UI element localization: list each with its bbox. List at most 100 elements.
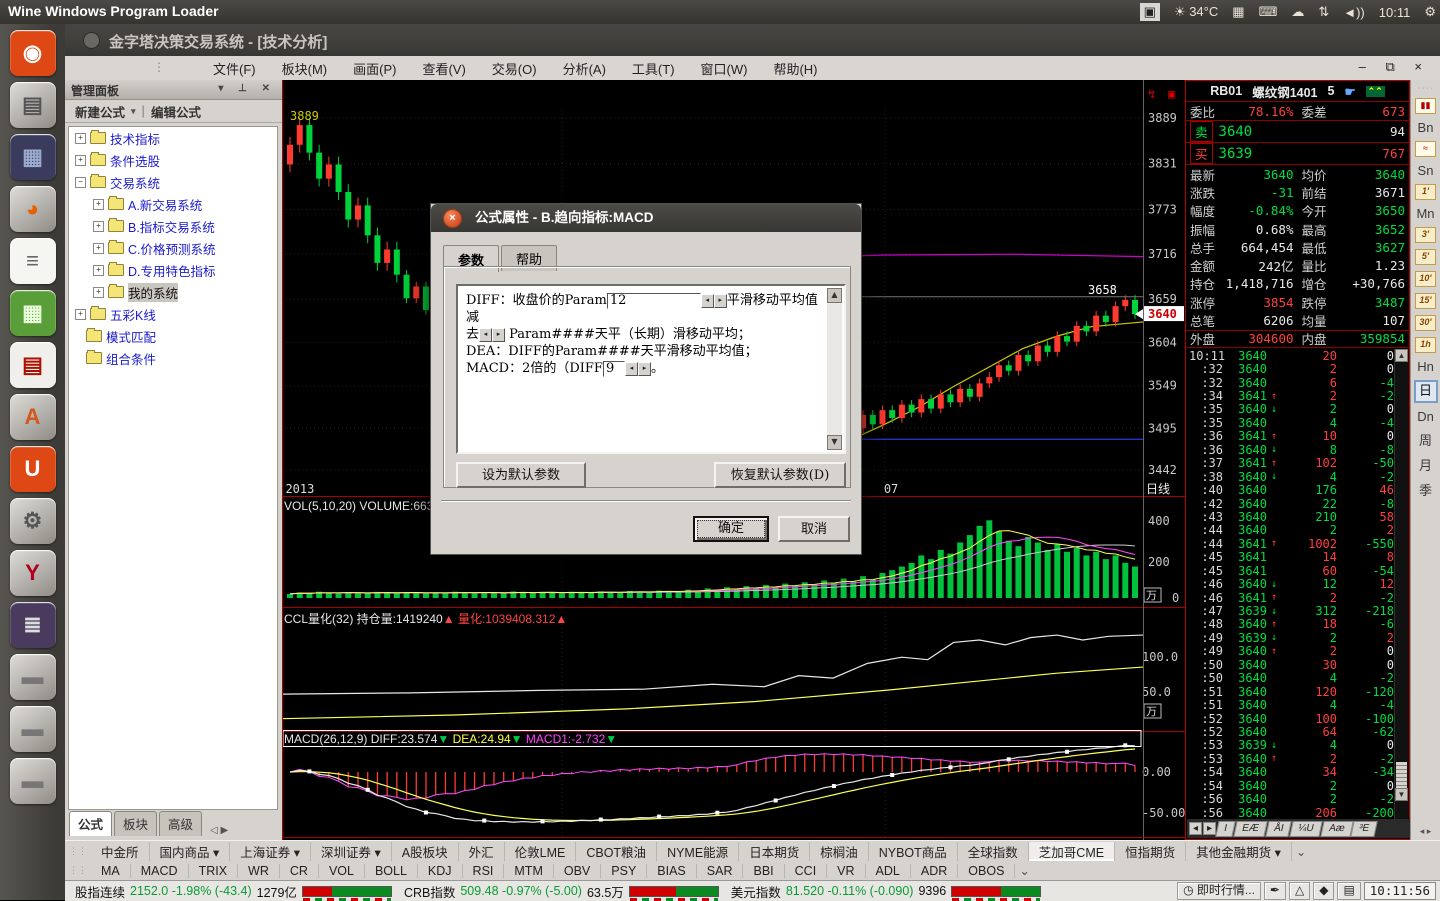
period-月[interactable]: 月 [1419,455,1432,474]
tree-item-D.专用特色指标[interactable]: + D.专用特色指标 [69,259,277,281]
tree-item-模式匹配[interactable]: 模式匹配 [69,325,277,347]
software-center[interactable]: A [9,394,56,440]
dialog-title-bar[interactable]: × 公式属性 - B.趋向指标:MACD [431,204,861,232]
dialog-scroll-down[interactable]: ▼ [827,435,842,450]
weather-icon[interactable]: ☀ 34°C [1174,4,1218,20]
market-tab-全球指数[interactable]: 全球指数 [958,842,1029,861]
text-editor[interactable]: ≡ [9,238,56,284]
indicator-tab-MACD[interactable]: MACD [131,863,189,878]
indicator-tab-SAR[interactable]: SAR [697,863,744,878]
tree-expand-icon[interactable]: − [75,176,86,188]
menu-8[interactable]: 窗口(W) [701,59,748,78]
indicator-tab-MTM[interactable]: MTM [504,863,554,878]
set-default-params-button[interactable]: 设为默认参数 [456,462,586,488]
calendar-icon[interactable]: ▦ [1232,4,1244,20]
period-季[interactable]: 季 [1419,480,1432,499]
market-tab-日本期货[interactable]: 日本期货 [739,842,811,861]
period-[interactable]: ≈ [1415,141,1436,157]
indicator-tab-VR[interactable]: VR [827,863,866,878]
menu-1[interactable]: 文件(F) [213,59,256,78]
menu-2[interactable]: 板块(M) [282,59,328,78]
tree-item-五彩K线[interactable]: + 五彩K线 [69,303,277,325]
spin-right-icon[interactable]: ▸ [492,327,506,342]
quote-tab-I[interactable]: I [1215,820,1236,837]
disk-1[interactable]: ▬ [9,654,56,700]
period-30[interactable]: 30' [1415,315,1436,331]
period-日[interactable]: 日 [1413,380,1438,403]
new-formula-button[interactable]: 新建公式 [75,102,125,121]
tree-item-A.新交易系统[interactable]: + A.新交易系统 [69,193,277,215]
period-15[interactable]: 15' [1415,293,1436,309]
quote-tab-EÆ[interactable]: EÆ [1233,820,1268,837]
period-[interactable]: ▮▮ [1415,98,1436,114]
panel-tab-板块[interactable]: 板块 [114,811,158,836]
indicator-tab-RSI[interactable]: RSI [463,863,505,878]
menu-grip[interactable]: ⋮ [153,60,165,74]
indicator-tab-BOLL[interactable]: BOLL [365,863,418,878]
tree-expand-icon[interactable]: + [93,220,104,232]
feed-status-button[interactable]: ◷ 即时行情... [1177,882,1261,900]
tape-scroll-down[interactable]: ▼ [1395,788,1408,801]
status-tool-icon-4[interactable]: ▤ [1337,882,1361,900]
files[interactable]: ▤ [9,82,56,128]
tape-scroll-thumb[interactable] [1396,762,1407,788]
tape-scrollbar[interactable]: ▲ ▼ [1394,349,1408,820]
rank-up-icon[interactable]: ⌃⌃ [1365,85,1385,97]
tree-item-条件选股[interactable]: + 条件选股 [69,149,277,171]
dialog-close-button[interactable]: × [443,209,462,228]
param-input-9[interactable]: 9 [602,360,625,377]
terminal[interactable]: ≣ [9,602,56,648]
menu-4[interactable]: 查看(V) [422,59,465,78]
wine[interactable]: Y [9,550,56,596]
tick-tape-list[interactable]: 10:11 3640 20 0:32 3640 2 0:32 3640 6 -4:34 3641 ↑ 2… [1187,349,1396,820]
tree-item-我的系统[interactable]: + 我的系统 [69,281,277,303]
indicator-tab-CCI[interactable]: CCI [785,863,828,878]
panel-tab-arrows[interactable]: ◁ ▶ [210,825,228,836]
cloud-icon[interactable]: ☁ [1291,4,1304,20]
indicator-tab-OBV[interactable]: OBV [554,863,602,878]
spin-right-icon[interactable]: ▸ [713,293,727,308]
ok-button[interactable]: 确定 [693,516,769,542]
period-Sn[interactable]: Sn [1418,163,1434,178]
period-[interactable]: ◂ ▸ [1420,826,1432,837]
disk-2[interactable]: ▬ [9,706,56,752]
tree-item-B.指标交易系统[interactable]: + B.指标交易系统 [69,215,277,237]
market-tab-上海证券[interactable]: 上海证券 ▾ [230,842,312,861]
indicator-tab-MA[interactable]: MA [91,863,131,878]
market-tab-NYME能源[interactable]: NYME能源 [657,842,740,861]
menu-6[interactable]: 分析(A) [563,59,606,78]
panel-header-controls[interactable]: ▾ ⊥ ✕ [218,83,276,94]
workspace[interactable]: ▦ [9,134,56,180]
indicator-tab-ADR[interactable]: ADR [911,863,959,878]
period-1h[interactable]: 1h [1415,337,1436,353]
tree-expand-icon[interactable]: + [75,154,86,166]
spin-left-icon[interactable]: ◂ [624,361,638,376]
panel-tab-公式[interactable]: 公式 [69,811,113,836]
indicator-tab-BBI[interactable]: BBI [743,863,785,878]
tree-expand-icon[interactable]: + [93,286,104,298]
volume-icon[interactable]: ◄)) [1343,5,1365,20]
ask-row[interactable]: 卖 3640 94 [1186,121,1409,143]
indicator-tab-VOL[interactable]: VOL [319,863,365,878]
menu-5[interactable]: 交易(O) [492,59,537,78]
market-tab-国内商品[interactable]: 国内商品 ▾ [150,842,231,861]
market-tab-外汇[interactable]: 外汇 [459,842,505,861]
menu-3[interactable]: 画面(P) [353,59,396,78]
indicator-tab-WR[interactable]: WR [238,863,280,878]
period-周[interactable]: 周 [1419,430,1432,449]
dialog-scroll-up[interactable]: ▲ [827,288,842,303]
period-Bn[interactable]: Bn [1418,120,1434,135]
tree-item-组合条件[interactable]: 组合条件 [69,347,277,369]
tree-expand-icon[interactable]: + [93,264,104,276]
market-tab-中金所[interactable]: 中金所 [91,842,150,861]
tree-item-C.价格预测系统[interactable]: + C.价格预测系统 [69,237,277,259]
period-Mn[interactable]: Mn [1416,206,1434,221]
period-Hn[interactable]: Hn [1417,359,1434,374]
spin-left-icon[interactable]: ◂ [479,327,493,342]
market-tab-A股板块[interactable]: A股板块 [392,842,459,861]
indicator-tab-OBOS[interactable]: OBOS [958,863,1016,878]
indicator-tab-CR[interactable]: CR [280,863,319,878]
period-5[interactable]: 5' [1415,249,1436,265]
spin-right-icon[interactable]: ▸ [637,361,651,376]
menu-7[interactable]: 工具(T) [632,59,675,78]
